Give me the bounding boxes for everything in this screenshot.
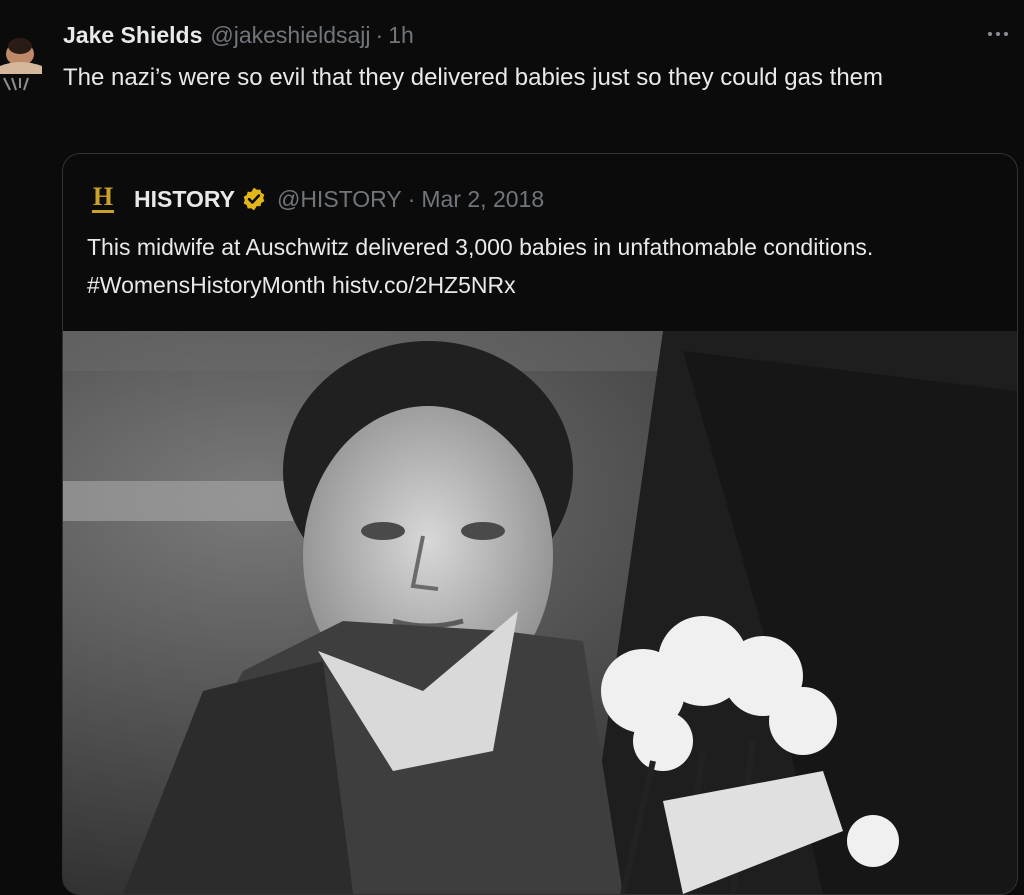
author-handle[interactable]: @jakeshieldsajj: [210, 22, 370, 49]
quoted-tweet-photo[interactable]: [63, 331, 1017, 894]
quoted-author-handle[interactable]: @HISTORY: [277, 186, 402, 213]
separator-dot: ·: [375, 21, 384, 48]
quoted-tweet-card[interactable]: H HISTORY @HISTORY · Mar 2, 2018 This mi…: [62, 153, 1018, 895]
author-name[interactable]: Jake Shields: [63, 22, 202, 49]
quoted-tweet-text: This midwife at Auschwitz delivered 3,00…: [87, 234, 874, 298]
user-avatar[interactable]: [0, 14, 46, 94]
more-horizontal-icon[interactable]: [982, 22, 1014, 46]
verified-gold-badge-icon: [243, 187, 265, 211]
tweet-header: Jake Shields @jakeshieldsajj · 1h: [63, 20, 414, 50]
quoted-separator-dot: ·: [407, 185, 416, 212]
history-logo-letter: H: [92, 182, 114, 211]
quoted-author-name[interactable]: HISTORY: [134, 186, 235, 213]
history-logo[interactable]: H: [88, 182, 118, 216]
quoted-tweet-date[interactable]: Mar 2, 2018: [421, 186, 544, 213]
quoted-tweet-header: H HISTORY @HISTORY · Mar 2, 2018: [88, 182, 544, 216]
tweet-text: The nazi’s were so evil that they delive…: [63, 64, 884, 91]
tweet-time[interactable]: 1h: [388, 22, 414, 49]
history-logo-bar: [92, 210, 114, 213]
